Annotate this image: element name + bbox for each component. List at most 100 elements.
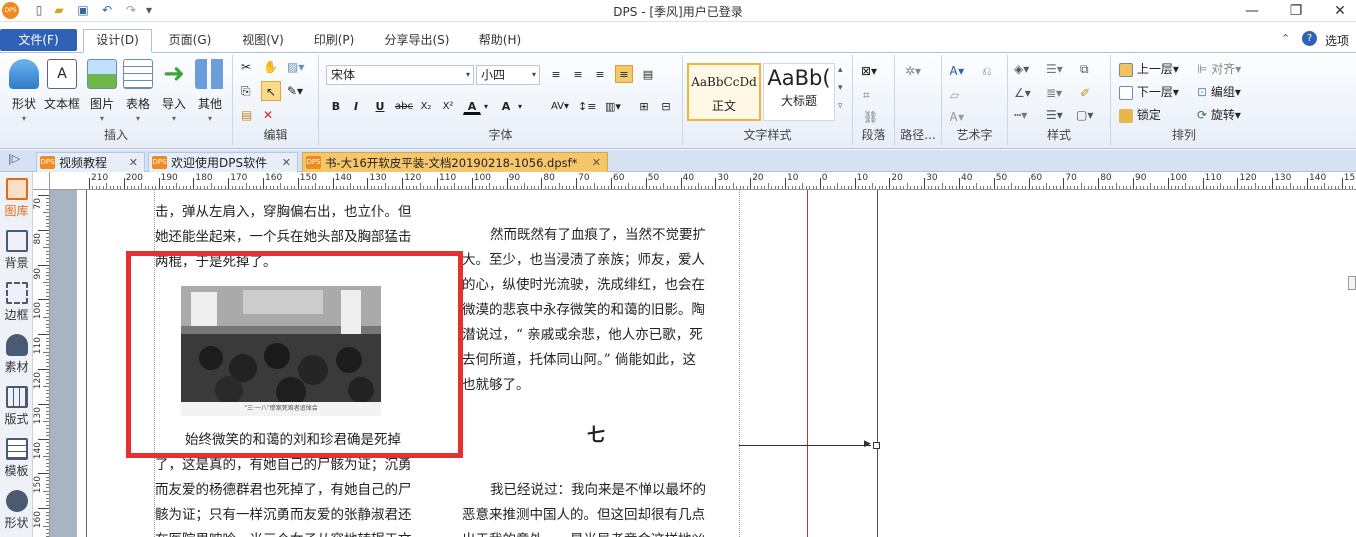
close-tab-icon[interactable]: ✕: [282, 153, 291, 173]
sidebar-item-template[interactable]: 模板: [1, 438, 32, 479]
font-size-select[interactable]: 小四 ▾: [476, 65, 540, 85]
align-center-button[interactable]: ≡: [569, 65, 587, 83]
edit-group-label: 编辑: [263, 128, 288, 142]
paste-icon[interactable]: ▤: [241, 105, 252, 125]
font-color-button[interactable]: A: [463, 97, 481, 115]
superscript-button[interactable]: X²: [439, 97, 457, 115]
brush-icon[interactable]: ✐: [1080, 83, 1090, 103]
style-scroll-icon[interactable]: ▴ ▾ ▿: [838, 61, 843, 111]
style-body-text[interactable]: AaBbCcDd 正文: [687, 63, 761, 121]
doc-tab-video-tutorial[interactable]: DPS 视频教程 ✕: [36, 152, 145, 172]
sidebar-item-shape[interactable]: 形状: [1, 490, 32, 531]
align-left-button[interactable]: ≡: [547, 65, 565, 83]
font-family-select[interactable]: 宋体 ▾: [326, 65, 474, 85]
shape-button[interactable]: 形状 ▾: [6, 59, 42, 123]
close-button[interactable]: ✕: [1330, 2, 1350, 20]
ruler-tick: [367, 178, 369, 189]
art-outline-icon[interactable]: ▱: [950, 85, 959, 105]
sidebar-item-border[interactable]: 边框: [1, 282, 32, 323]
underline-button[interactable]: U: [371, 97, 389, 115]
bring-forward-button[interactable]: 上一层▾: [1119, 59, 1179, 79]
copy-icon[interactable]: ⎘: [241, 81, 251, 101]
align-button[interactable]: ⊫ 对齐▾: [1197, 59, 1241, 79]
columns-icon[interactable]: ▥▾: [601, 97, 625, 115]
justify-button[interactable]: ≡: [615, 65, 633, 83]
tab-file[interactable]: 文件(F): [0, 29, 77, 51]
close-tab-icon[interactable]: ✕: [592, 153, 601, 173]
sidebar-item-layout[interactable]: 版式: [1, 386, 32, 427]
cut-icon[interactable]: ✂: [241, 57, 251, 77]
grow-font-dropdown-icon[interactable]: ▾: [515, 97, 525, 115]
char-spacing-icon[interactable]: AV▾: [547, 97, 573, 115]
border-icon[interactable]: ⊟: [657, 97, 675, 115]
panel-toggle-icon[interactable]: |▷: [8, 152, 20, 165]
distribute-button[interactable]: ▤: [639, 65, 657, 83]
dash-style-icon[interactable]: ┅▾: [1014, 105, 1027, 125]
group-button[interactable]: ⊡ 编组▾: [1197, 82, 1241, 102]
style-big-title[interactable]: AaBb( 大标题: [763, 63, 835, 121]
delete-icon[interactable]: ✕: [263, 105, 273, 125]
grow-font-button[interactable]: A: [497, 97, 515, 115]
strikethrough-button[interactable]: abc: [393, 97, 415, 115]
art-effects-icon[interactable]: ⎌: [982, 61, 992, 81]
copy-style-icon[interactable]: ⧉: [1080, 59, 1089, 79]
tab-design[interactable]: 设计(D): [83, 29, 152, 53]
subscript-button[interactable]: X₂: [417, 97, 435, 115]
format-painter-icon[interactable]: ✎▾: [287, 81, 303, 101]
art-text-icon[interactable]: Ꭺ▾: [950, 61, 964, 81]
path-gear-icon[interactable]: ✲▾: [905, 61, 921, 81]
ruler-minor-tick: [1289, 183, 1291, 189]
help-icon[interactable]: ?: [1302, 31, 1317, 46]
minimize-button[interactable]: —: [1242, 2, 1262, 20]
fill-color-icon[interactable]: ◈▾: [1014, 59, 1029, 79]
link-icon[interactable]: ⛓: [863, 107, 878, 127]
horizontal-ruler[interactable]: 210 200 190 180 170 160 150 140 130 120 110 100 90 80…: [50, 172, 1356, 190]
tab-page[interactable]: 页面(G): [162, 30, 218, 50]
font-color-dropdown-icon[interactable]: ▾: [481, 97, 491, 115]
ruler-tick: [332, 178, 334, 189]
flow-handle[interactable]: [873, 442, 880, 449]
align-right-button[interactable]: ≡: [591, 65, 609, 83]
table-button[interactable]: 表格 ▾: [120, 59, 156, 123]
tab-view[interactable]: 视图(V): [235, 30, 291, 50]
line-weight-icon[interactable]: ☰▾: [1046, 105, 1063, 125]
lock-button[interactable]: 锁定: [1119, 105, 1161, 125]
options-label[interactable]: 选项: [1325, 32, 1349, 49]
rotate-button[interactable]: ⟳ 旋转▾: [1197, 105, 1241, 125]
line-style-icon[interactable]: ≣▾: [1046, 83, 1062, 103]
ruler-label: 90: [1135, 173, 1147, 183]
document-canvas[interactable]: 击，弹从左肩入，穿胸偏右出，也立仆。但 她还能坐起来，一个兵在她头部及胸部猛击 …: [50, 190, 1356, 537]
hand-tool-icon[interactable]: ✋: [263, 57, 278, 77]
bold-button[interactable]: B: [327, 97, 345, 115]
italic-button[interactable]: I: [347, 97, 365, 115]
shadow-box-icon[interactable]: ▢▾: [1076, 105, 1093, 125]
textbox-button[interactable]: A 文本框: [44, 59, 80, 112]
sidebar-item-gallery[interactable]: 图库: [1, 178, 32, 219]
other-button[interactable]: 其他 ▾: [192, 59, 228, 123]
import-button[interactable]: ➜ 导入 ▾: [156, 59, 192, 123]
paragraph-indent-icon[interactable]: ⊞: [635, 97, 653, 115]
ruler-minor-tick: [245, 183, 247, 189]
ruler-minor-tick: [1185, 183, 1187, 189]
doc-tab-welcome[interactable]: DPS 欢迎使用DPS软件 ✕: [148, 152, 298, 172]
doc-tab-active-document[interactable]: DPS 书-大16开软皮平装-文档20190218-1056.dpsf* ✕: [302, 152, 608, 172]
wrap-icon[interactable]: ⌗: [863, 85, 870, 105]
line-spacing-icon[interactable]: ↕≡: [577, 97, 596, 115]
tab-help[interactable]: 帮助(H): [472, 30, 528, 50]
sidebar-item-material[interactable]: 素材: [1, 334, 32, 375]
image-tool-icon[interactable]: ▨▾: [287, 57, 304, 77]
tab-share-export[interactable]: 分享导出(S): [378, 30, 456, 50]
tab-print[interactable]: 印刷(P): [306, 30, 362, 50]
close-tab-icon[interactable]: ✕: [129, 153, 138, 173]
sidebar-item-background[interactable]: 背景: [1, 230, 32, 271]
line-color-icon[interactable]: ∠▾: [1014, 83, 1031, 103]
list-style-icon[interactable]: ☰▾: [1046, 59, 1063, 79]
collapse-ribbon-icon[interactable]: ⌃: [1281, 32, 1290, 45]
select-arrow-icon[interactable]: ↖: [261, 81, 281, 101]
vertical-ruler[interactable]: 70 80 90 100 110 120 130 140 150 160: [33, 190, 50, 537]
paragraph-icon[interactable]: ⊠▾: [861, 61, 877, 81]
art-shadow-icon[interactable]: Ꭺ▾: [950, 107, 964, 127]
send-backward-button[interactable]: 下一层▾: [1119, 82, 1179, 102]
restore-button[interactable]: ❐: [1286, 2, 1306, 20]
image-button[interactable]: 图片 ▾: [84, 59, 120, 123]
